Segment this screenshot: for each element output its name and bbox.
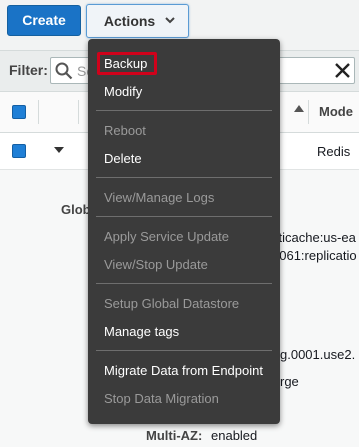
detail-endpoint: g.0001.use2.: [280, 347, 356, 362]
cell-mode: Redis: [317, 144, 351, 159]
detail-multi-az-label: Multi-AZ:: [146, 428, 203, 443]
detail-global-label: Glob: [61, 202, 91, 217]
menu-divider: [96, 110, 272, 111]
filter-label: Filter:: [9, 62, 48, 78]
actions-button-label: Actions: [103, 13, 156, 29]
search-icon: [55, 62, 73, 80]
menu-item-reboot: Reboot: [104, 123, 146, 138]
menu-item-view-manage-logs: View/Manage Logs: [104, 190, 215, 205]
actions-menu: Backup Modify Reboot Delete View/Manage …: [88, 39, 280, 424]
select-all-checkbox[interactable]: [12, 105, 26, 119]
close-icon[interactable]: [334, 62, 351, 79]
menu-item-stop-data-migration: Stop Data Migration: [104, 391, 219, 406]
menu-divider: [96, 216, 272, 217]
menu-item-view-stop-update: View/Stop Update: [104, 257, 208, 272]
menu-item-manage-tags[interactable]: Manage tags: [104, 324, 179, 339]
sort-ascending-icon[interactable]: [294, 105, 304, 112]
menu-divider: [96, 283, 272, 284]
toolbar: Create Actions: [0, 0, 359, 42]
detail-arn-line2: 9061:replicatio: [272, 248, 357, 263]
column-divider: [308, 100, 309, 124]
menu-item-modify[interactable]: Modify: [104, 84, 142, 99]
column-divider: [78, 100, 79, 124]
menu-item-delete[interactable]: Delete: [104, 151, 142, 166]
detail-multi-az-value: enabled: [211, 428, 258, 443]
menu-item-migrate-data[interactable]: Migrate Data from Endpoint: [104, 363, 263, 378]
menu-item-backup[interactable]: Backup: [104, 56, 147, 71]
actions-button[interactable]: Actions: [86, 4, 189, 38]
menu-item-setup-global-datastore: Setup Global Datastore: [104, 296, 240, 311]
menu-divider: [96, 177, 272, 178]
row-checkbox[interactable]: [12, 144, 26, 158]
expand-row-icon[interactable]: [54, 147, 64, 153]
create-button[interactable]: Create: [7, 5, 81, 36]
detail-arn-line1: sticache:us-ea: [272, 230, 356, 245]
menu-divider: [96, 350, 272, 351]
chevron-down-icon: [165, 17, 175, 24]
column-divider: [38, 100, 39, 124]
column-header-mode[interactable]: Mode: [319, 104, 353, 119]
detail-node-type: rge: [280, 374, 299, 389]
menu-item-apply-service-update: Apply Service Update: [104, 229, 230, 244]
